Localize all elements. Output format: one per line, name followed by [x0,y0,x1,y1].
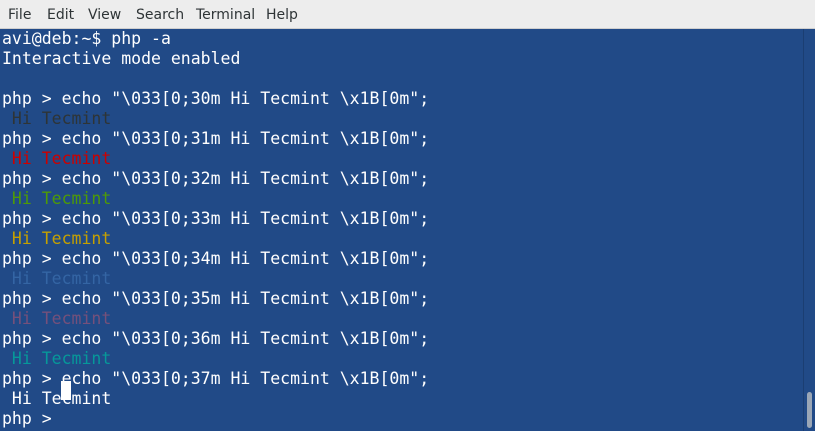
terminal-output-line: Interactive mode enabled [2,49,241,68]
terminal-command-line: php > [2,409,62,428]
terminal-window: File Edit View Search Terminal Help avi@… [0,0,815,431]
terminal-command-line: php > echo "\033[0;30m Hi Tecmint \x1B[0… [2,89,430,108]
menu-help[interactable]: Help [266,6,298,24]
terminal-command-line: php > echo "\033[0;32m Hi Tecmint \x1B[0… [2,169,430,188]
terminal-command-line: php > echo "\033[0;33m Hi Tecmint \x1B[0… [2,209,430,228]
terminal-output[interactable]: avi@deb:~$ php -a Interactive mode enable… [0,29,803,431]
terminal-output-line: Hi Tecmint [2,389,112,408]
terminal-command-line: avi@deb:~$ php -a [2,29,171,48]
menu-file[interactable]: File [8,6,31,24]
terminal-command-line: php > echo "\033[0;35m Hi Tecmint \x1B[0… [2,289,430,308]
menu-search[interactable]: Search [136,6,184,24]
scrollbar-thumb[interactable] [807,392,812,428]
menu-bar: File Edit View Search Terminal Help [0,0,815,29]
terminal-command-line: php > echo "\033[0;34m Hi Tecmint \x1B[0… [2,249,430,268]
terminal-output-line: Hi Tecmint [2,269,112,288]
menu-terminal[interactable]: Terminal [196,6,255,24]
terminal-output-line: Hi Tecmint [2,309,112,328]
terminal-command-line: php > echo "\033[0;36m Hi Tecmint \x1B[0… [2,329,430,348]
terminal-output-line: Hi Tecmint [2,109,112,128]
terminal-command-line: php > echo "\033[0;31m Hi Tecmint \x1B[0… [2,129,430,148]
terminal-output-line: Hi Tecmint [2,189,112,208]
terminal-output-line: Hi Tecmint [2,229,112,248]
menu-edit[interactable]: Edit [47,6,74,24]
menu-view[interactable]: View [88,6,121,24]
vertical-scrollbar[interactable] [803,29,815,431]
terminal-output-line: Hi Tecmint [2,149,112,168]
terminal-output-line: Hi Tecmint [2,349,112,368]
text-cursor [61,381,71,400]
